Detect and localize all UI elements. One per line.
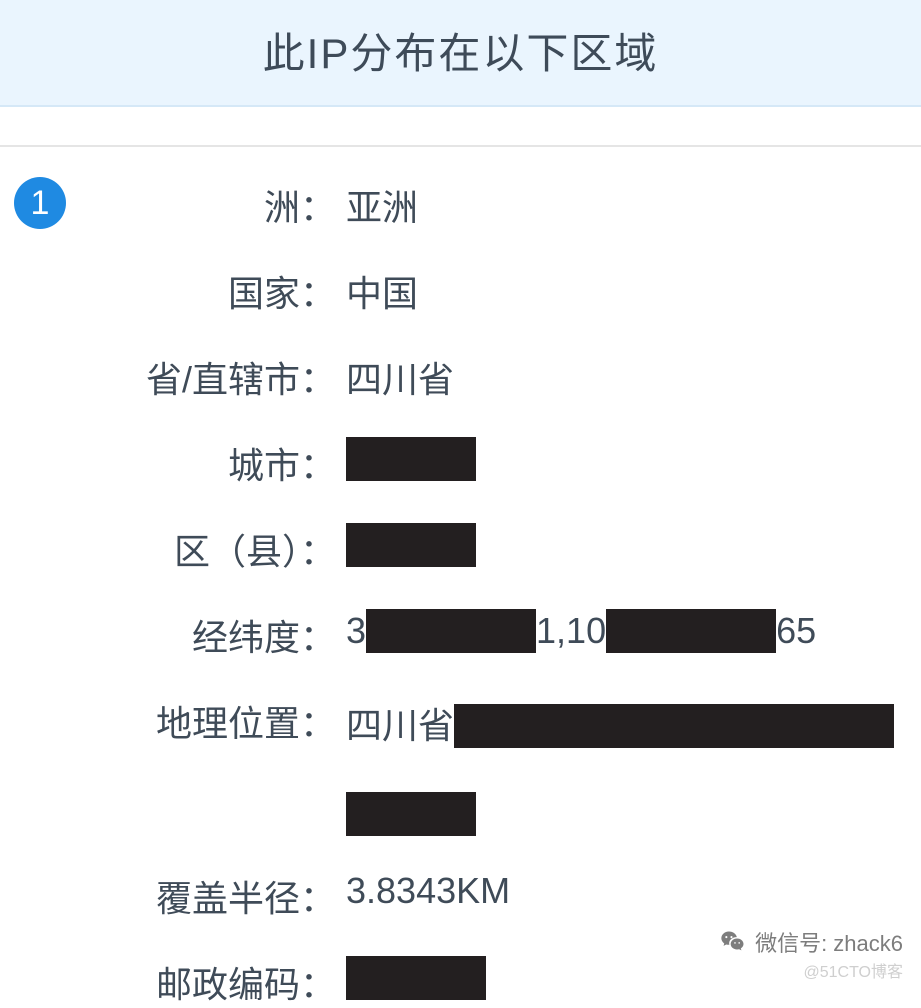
redacted-block — [346, 437, 476, 481]
value-geoloc: 四川省 — [346, 695, 905, 836]
watermark-sub: @51CTO博客 — [803, 958, 903, 982]
header-title: 此IP分布在以下区域 — [0, 20, 921, 81]
value-province: 四川省 — [346, 351, 454, 403]
value-latlon: 3 1,10 65 — [346, 609, 816, 653]
watermark-wechat-text: 微信号: zhack6 — [755, 926, 903, 958]
latlon-mid: 1,10 — [536, 610, 606, 652]
row-geoloc: 地理位置： 四川省 — [16, 695, 905, 836]
row-city: 城市： — [16, 437, 905, 489]
row-district: 区（县）： — [16, 523, 905, 575]
wechat-icon — [719, 928, 747, 956]
latlon-suffix: 65 — [776, 610, 816, 652]
label-province: 省/直辖市： — [16, 351, 346, 403]
redacted-block — [454, 704, 894, 748]
row-latlon: 经纬度： 3 1,10 65 — [16, 609, 905, 661]
row-postal: 邮政编码： — [16, 956, 905, 1008]
label-postal: 邮政编码： — [16, 956, 346, 1008]
label-latlon: 经纬度： — [16, 609, 346, 661]
watermark-wechat: 微信号: zhack6 — [719, 926, 903, 958]
value-country: 中国 — [346, 265, 418, 317]
row-continent: 洲： 亚洲 — [16, 179, 905, 231]
index-badge: 1 — [14, 177, 66, 229]
row-radius: 覆盖半径： 3.8343KM — [16, 870, 905, 922]
label-geoloc: 地理位置： — [16, 695, 346, 747]
geoloc-text: 四川省 — [346, 695, 454, 756]
row-province: 省/直辖市： 四川省 — [16, 351, 905, 403]
content: 1 洲： 亚洲 国家： 中国 省/直辖市： 四川省 城市： 区（县）： 经纬度：… — [0, 147, 921, 1008]
label-city: 城市： — [16, 437, 346, 489]
value-district — [346, 523, 476, 567]
row-country: 国家： 中国 — [16, 265, 905, 317]
redacted-block — [346, 792, 476, 836]
redacted-block — [346, 523, 476, 567]
label-radius: 覆盖半径： — [16, 870, 346, 922]
value-radius: 3.8343KM — [346, 870, 510, 912]
value-city — [346, 437, 476, 481]
value-postal — [346, 956, 486, 1000]
header: 此IP分布在以下区域 — [0, 0, 921, 107]
value-continent: 亚洲 — [346, 179, 418, 231]
redacted-block — [346, 956, 486, 1000]
redacted-block — [366, 609, 536, 653]
redacted-block — [606, 609, 776, 653]
latlon-prefix: 3 — [346, 610, 366, 652]
label-district: 区（县）： — [16, 523, 346, 575]
label-country: 国家： — [16, 265, 346, 317]
